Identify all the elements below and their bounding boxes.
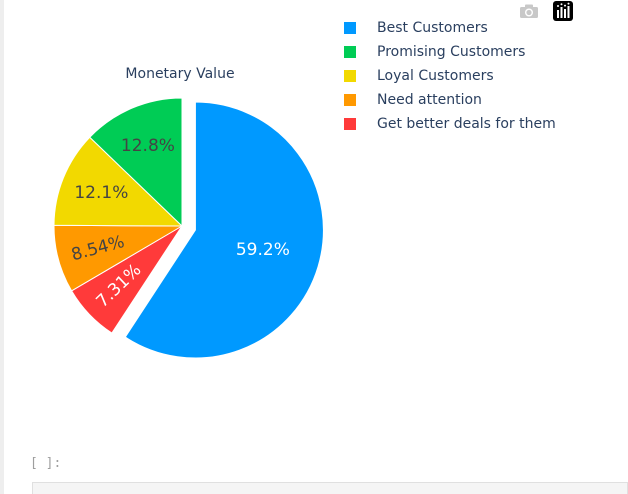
legend-label: Promising Customers <box>377 44 526 60</box>
notebook-output: Monetary Value 59.2% 7.31% 8.54% 12.1% 12.8%… <box>0 0 628 494</box>
legend-item-loyal-customers[interactable]: Loyal Customers <box>344 64 556 88</box>
legend-item-best-customers[interactable]: Best Customers <box>344 16 556 40</box>
legend-label: Get better deals for them <box>377 116 556 132</box>
legend-label: Best Customers <box>377 20 488 36</box>
legend-swatch <box>344 22 356 34</box>
cell-prompt: [ ]: <box>30 456 62 471</box>
legend-item-get-better-deals-for-them[interactable]: Get better deals for them <box>344 112 556 136</box>
legend-swatch <box>344 70 356 82</box>
chart-legend: Best Customers Promising Customers Loyal C… <box>344 16 556 136</box>
pie-label-promising-customers: 12.8% <box>121 136 175 156</box>
legend-swatch <box>344 46 356 58</box>
code-cell-input[interactable] <box>32 482 628 494</box>
legend-swatch <box>344 94 356 106</box>
pie-label-loyal-customers: 12.1% <box>74 183 128 203</box>
legend-item-need-attention[interactable]: Need attention <box>344 88 556 112</box>
legend-label: Loyal Customers <box>377 68 494 84</box>
legend-label: Need attention <box>377 92 482 108</box>
pie-label-best-customers: 59.2% <box>236 240 290 260</box>
legend-swatch <box>344 118 356 130</box>
legend-item-promising-customers[interactable]: Promising Customers <box>344 40 556 64</box>
